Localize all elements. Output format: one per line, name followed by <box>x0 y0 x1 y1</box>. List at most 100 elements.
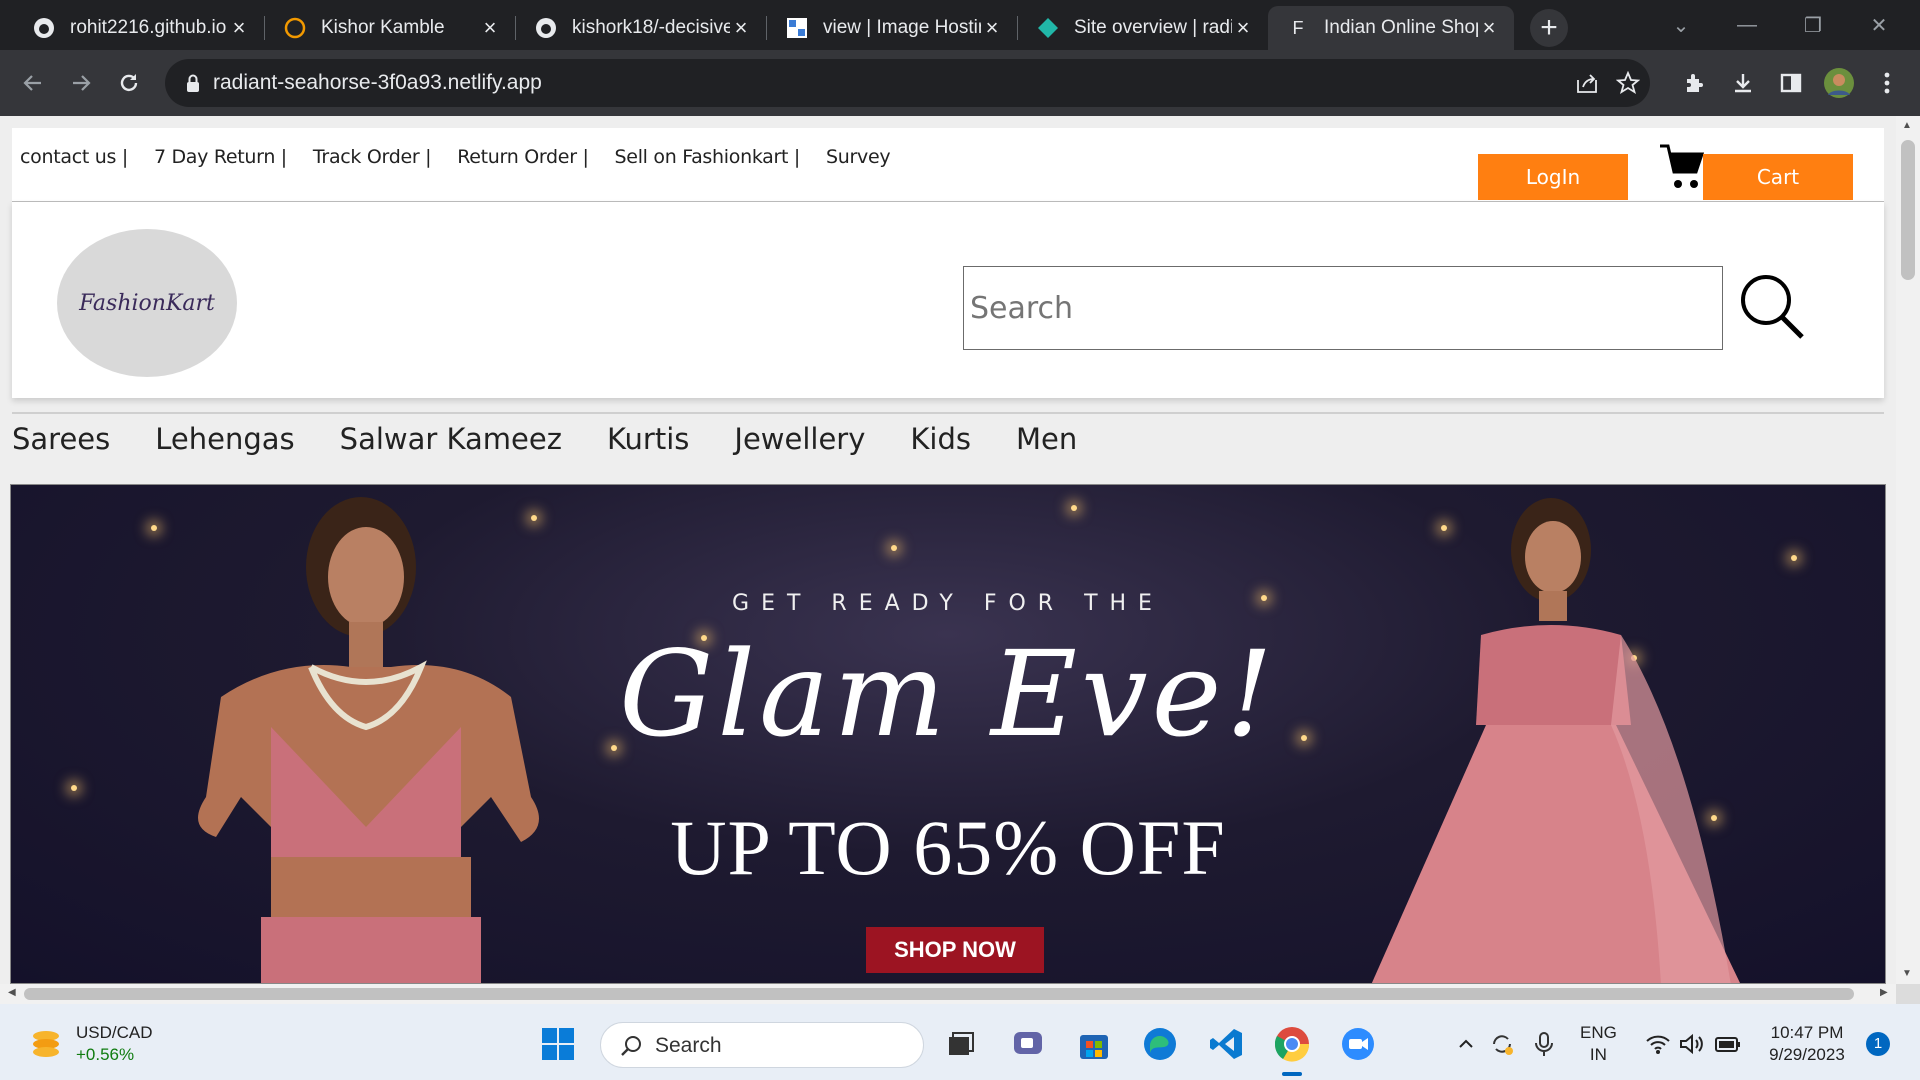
track-order-link[interactable]: Track Order | <box>313 146 432 168</box>
close-tab-icon[interactable]: × <box>228 15 250 41</box>
survey-link[interactable]: Survey <box>826 146 891 168</box>
site-header: FashionKart <box>12 202 1884 398</box>
login-button[interactable]: LogIn <box>1478 154 1628 200</box>
widget-value: +0.56% <box>76 1045 135 1064</box>
browser-tab[interactable]: view | Image Hosting × <box>767 6 1017 50</box>
region-code: IN <box>1589 1045 1607 1064</box>
promo-banner[interactable]: GET READY FOR THE Glam Eve! UP TO 65% OF… <box>10 484 1886 984</box>
address-bar[interactable]: radiant-seahorse-3f0a93.netlify.app <box>165 59 1650 107</box>
browser-tab[interactable]: kishork18/-decisive × <box>516 6 766 50</box>
category-jewellery[interactable]: Jewellery <box>734 422 865 456</box>
browser-tab[interactable]: Kishor Kamble × <box>265 6 515 50</box>
language-code: ENG <box>1580 1023 1617 1042</box>
vertical-scroll-thumb[interactable] <box>1901 140 1915 280</box>
tab-title: Indian Online Shopping <box>1324 17 1478 38</box>
edge-icon[interactable] <box>1138 1022 1182 1066</box>
taskbar-search-label: Search <box>655 1034 722 1057</box>
task-view-icon[interactable] <box>938 1022 982 1066</box>
new-tab-button[interactable]: + <box>1530 9 1568 47</box>
browser-tab-active[interactable]: F Indian Online Shopping × <box>1268 6 1514 50</box>
search-icon[interactable] <box>1738 272 1808 347</box>
tab-title: view | Image Hosting <box>823 17 981 38</box>
profile-avatar[interactable] <box>1820 64 1858 102</box>
site-logo[interactable]: FashionKart <box>57 229 237 377</box>
tab-title: Site overview | radiant <box>1074 17 1232 38</box>
windows-taskbar: USD/CAD +0.56% Search ENG IN 10:47 PM 9/… <box>0 1004 1920 1080</box>
tab-title: kishork18/-decisive <box>572 17 730 38</box>
back-icon[interactable] <box>14 64 52 102</box>
loading-ring-icon <box>283 16 307 40</box>
download-icon[interactable] <box>1724 64 1762 102</box>
zoom-icon[interactable] <box>1336 1022 1380 1066</box>
close-tab-icon[interactable]: × <box>1232 15 1254 41</box>
category-sarees[interactable]: Sarees <box>12 422 110 456</box>
side-panel-icon[interactable] <box>1772 64 1810 102</box>
clock-date: 9/29/2023 <box>1769 1045 1845 1064</box>
category-kurtis[interactable]: Kurtis <box>607 422 689 456</box>
reload-icon[interactable] <box>110 64 148 102</box>
language-indicator[interactable]: ENG IN <box>1580 1022 1617 1066</box>
extensions-icon[interactable] <box>1676 64 1714 102</box>
horizontal-scrollbar[interactable]: ◀ ▶ <box>0 984 1896 1004</box>
tab-title: rohit2216.github.io <box>70 17 227 38</box>
return-order-link[interactable]: Return Order | <box>457 146 589 168</box>
microsoft-store-icon[interactable] <box>1072 1022 1116 1066</box>
vscode-icon[interactable] <box>1204 1022 1248 1066</box>
active-app-indicator <box>1282 1072 1302 1076</box>
letter-f-icon: F <box>1292 17 1304 38</box>
close-window-icon[interactable]: ✕ <box>1846 0 1912 50</box>
sell-link[interactable]: Sell on Fashionkart | <box>615 146 801 168</box>
microphone-icon[interactable] <box>1522 1022 1566 1066</box>
tab-search-icon[interactable]: ⌄ <box>1648 0 1714 50</box>
forward-icon[interactable] <box>62 64 100 102</box>
teams-chat-icon[interactable] <box>1006 1022 1050 1066</box>
search-input[interactable] <box>963 266 1723 350</box>
restore-icon[interactable]: ❐ <box>1780 0 1846 50</box>
category-men[interactable]: Men <box>1016 422 1077 456</box>
minimize-icon[interactable]: — <box>1714 0 1780 50</box>
browser-tab[interactable]: rohit2216.github.io × <box>14 6 264 50</box>
widget-title: USD/CAD <box>76 1023 153 1042</box>
cart-icon[interactable] <box>1658 142 1705 195</box>
sync-icon[interactable] <box>1480 1022 1524 1066</box>
netlify-icon <box>1036 16 1060 40</box>
bookmark-star-icon[interactable] <box>1614 69 1642 97</box>
contact-us-link[interactable]: contact us | <box>20 146 128 168</box>
stock-widget[interactable]: USD/CAD +0.56% <box>76 1022 153 1066</box>
tab-title: Kishor Kamble <box>321 17 445 38</box>
lock-icon[interactable] <box>185 73 201 98</box>
browser-toolbar: radiant-seahorse-3f0a93.netlify.app <box>0 50 1920 116</box>
more-menu-icon[interactable] <box>1868 64 1906 102</box>
seven-day-return-link[interactable]: 7 Day Return | <box>154 146 287 168</box>
clock[interactable]: 10:47 PM 9/29/2023 <box>1762 1022 1852 1066</box>
close-tab-icon[interactable]: × <box>1478 15 1500 41</box>
share-icon[interactable] <box>1573 69 1601 97</box>
address-text[interactable]: radiant-seahorse-3f0a93.netlify.app <box>213 71 542 95</box>
banner-headline: Glam Eve! <box>619 625 1277 763</box>
clock-time: 10:47 PM <box>1770 1023 1844 1042</box>
category-kids[interactable]: Kids <box>910 422 971 456</box>
category-salwar-kameez[interactable]: Salwar Kameez <box>340 422 562 456</box>
coins-icon[interactable] <box>24 1022 68 1066</box>
category-lehengas[interactable]: Lehengas <box>155 422 294 456</box>
close-tab-icon[interactable]: × <box>730 15 752 41</box>
cart-button[interactable]: Cart <box>1703 154 1853 200</box>
horizontal-scroll-thumb[interactable] <box>24 988 1854 1000</box>
browser-tab[interactable]: Site overview | radiant × <box>1018 6 1268 50</box>
windows-start-icon[interactable] <box>536 1022 580 1066</box>
chrome-icon[interactable] <box>1270 1022 1314 1066</box>
top-utility-bar: contact us | 7 Day Return | Track Order … <box>12 128 1884 202</box>
banner-offer: UP TO 65% OFF <box>670 804 1226 891</box>
close-tab-icon[interactable]: × <box>981 15 1003 41</box>
banner-tagline: GET READY FOR THE <box>732 591 1164 616</box>
github-icon <box>32 16 56 40</box>
battery-icon[interactable] <box>1706 1022 1750 1066</box>
shop-now-button[interactable]: SHOP NOW <box>866 927 1044 973</box>
notification-badge[interactable]: 1 <box>1866 1032 1890 1056</box>
web-page: contact us | 7 Day Return | Track Order … <box>0 116 1896 984</box>
logo-text: FashionKart <box>79 290 215 316</box>
browser-tab-strip: rohit2216.github.io × Kishor Kamble × ki… <box>0 0 1920 50</box>
close-tab-icon[interactable]: × <box>479 15 501 41</box>
vertical-scrollbar[interactable]: ▲ ▼ <box>1896 116 1920 984</box>
taskbar-search[interactable]: Search <box>600 1022 924 1068</box>
